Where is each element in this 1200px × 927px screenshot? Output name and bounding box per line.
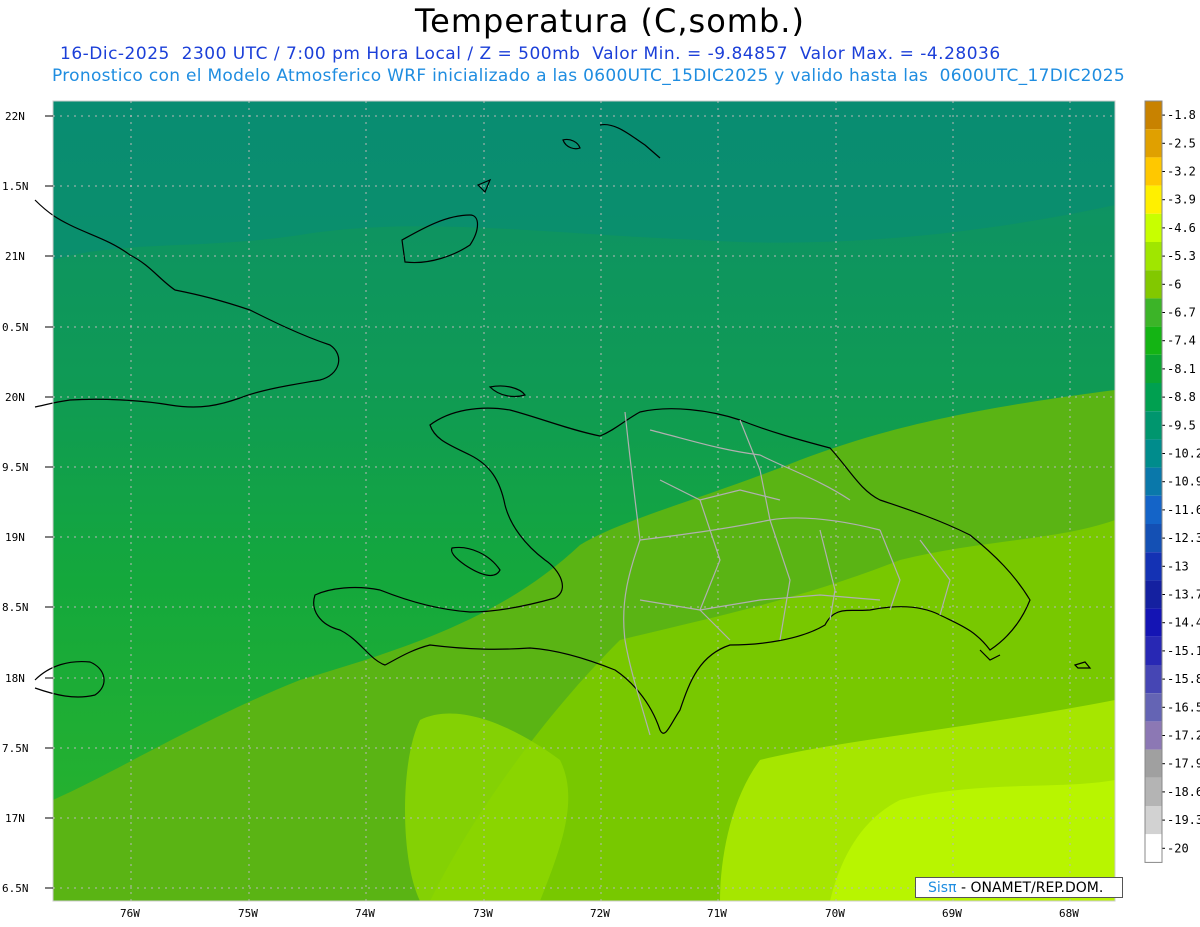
lon-label: 73W <box>473 907 493 920</box>
colorbar-swatch <box>1145 298 1162 327</box>
colorbar-label: -10.2 <box>1167 447 1200 461</box>
colorbar-swatch <box>1145 636 1162 665</box>
lon-label: 75W <box>238 907 258 920</box>
colorbar-label: -7.4 <box>1167 334 1196 348</box>
colorbar-label: -2.5 <box>1167 136 1196 150</box>
lat-label: 21N <box>5 250 25 263</box>
colorbar-label: -13.7 <box>1167 588 1200 602</box>
colorbar-swatch <box>1145 213 1162 242</box>
colorbar-swatch <box>1145 101 1162 130</box>
colorbar-swatch <box>1145 693 1162 722</box>
lon-label: 71W <box>707 907 727 920</box>
lat-label: 9.5N <box>2 461 29 474</box>
colorbar: -1.8 -2.5 -3.2 -3.9 -4.6 -5.3 -6 -6.7 -7.4 -8.1 -8… <box>1144 100 1200 863</box>
colorbar-swatch <box>1145 665 1162 694</box>
colorbar-swatch <box>1145 608 1162 637</box>
colorbar-label: -4.6 <box>1167 221 1196 235</box>
colorbar-label: -12.3 <box>1167 531 1200 545</box>
map-canvas: 22N 1.5N 21N 0.5N 20N 9.5N 19N 8.5N 18N … <box>2 100 1200 920</box>
colorbar-swatch <box>1145 467 1162 496</box>
lon-label: 70W <box>825 907 845 920</box>
colorbar-label: -15.8 <box>1167 672 1200 686</box>
lat-label: 17N <box>5 812 25 825</box>
colorbar-swatch <box>1145 580 1162 609</box>
colorbar-swatch <box>1145 524 1162 553</box>
colorbar-swatch <box>1145 411 1162 440</box>
lon-label: 69W <box>942 907 962 920</box>
colorbar-swatch <box>1145 354 1162 383</box>
colorbar-swatch <box>1145 185 1162 214</box>
colorbar-label: -5.3 <box>1167 249 1196 263</box>
longitude-axis: 76W 75W 74W 73W 72W 71W 70W 69W 68W <box>120 907 1079 920</box>
colorbar-swatch <box>1145 270 1162 299</box>
colorbar-swatch <box>1145 383 1162 412</box>
colorbar-swatch <box>1145 749 1162 778</box>
lon-label: 74W <box>355 907 375 920</box>
colorbar-label: -15.1 <box>1167 644 1200 658</box>
colorbar-swatch <box>1145 129 1162 158</box>
lat-label: 0.5N <box>2 321 29 334</box>
credit-box: Sisπ - ONAMET/REP.DOM. <box>915 877 1123 898</box>
colorbar-label: -6.7 <box>1167 306 1196 320</box>
colorbar-label: -6 <box>1167 277 1181 291</box>
lon-label: 72W <box>590 907 610 920</box>
colorbar-label: -16.5 <box>1167 700 1200 714</box>
colorbar-swatch <box>1145 439 1162 468</box>
lat-label: 20N <box>5 391 25 404</box>
colorbar-label: -8.1 <box>1167 362 1196 376</box>
colorbar-swatch <box>1145 806 1162 835</box>
latitude-axis: 22N 1.5N 21N 0.5N 20N 9.5N 19N 8.5N 18N … <box>2 110 53 895</box>
colorbar-label: -11.6 <box>1167 503 1200 517</box>
colorbar-label: -17.9 <box>1167 757 1200 771</box>
colorbar-swatch <box>1145 721 1162 750</box>
colorbar-swatch <box>1145 834 1162 863</box>
lat-label: 1.5N <box>2 180 29 193</box>
colorbar-label: -13 <box>1167 559 1189 573</box>
colorbar-label: -17.2 <box>1167 729 1200 743</box>
lat-label: 6.5N <box>2 882 29 895</box>
colorbar-label: -18.6 <box>1167 785 1200 799</box>
colorbar-label: -8.8 <box>1167 390 1196 404</box>
colorbar-label: -3.9 <box>1167 193 1196 207</box>
colorbar-swatch <box>1145 157 1162 186</box>
colorbar-label: -3.2 <box>1167 165 1196 179</box>
lat-label: 19N <box>5 531 25 544</box>
colorbar-label: -19.3 <box>1167 813 1200 827</box>
colorbar-swatch <box>1145 242 1162 271</box>
lat-label: 7.5N <box>2 742 29 755</box>
colorbar-swatch <box>1145 326 1162 355</box>
colorbar-label: -20 <box>1167 841 1189 855</box>
lat-label: 18N <box>5 672 25 685</box>
colorbar-label: -10.9 <box>1167 475 1200 489</box>
colorbar-label: -14.4 <box>1167 616 1200 630</box>
credit-text: - ONAMET/REP.DOM. <box>956 880 1104 896</box>
lon-label: 68W <box>1059 907 1079 920</box>
colorbar-label: -1.8 <box>1167 108 1196 122</box>
lat-label: 22N <box>5 110 25 123</box>
colorbar-swatch <box>1145 495 1162 524</box>
lon-label: 76W <box>120 907 140 920</box>
colorbar-swatch <box>1145 777 1162 806</box>
colorbar-swatch <box>1145 552 1162 581</box>
lat-label: 8.5N <box>2 601 29 614</box>
temperature-field <box>53 101 1115 901</box>
sispi-logo: Sisπ <box>928 880 957 896</box>
colorbar-label: -9.5 <box>1167 418 1196 432</box>
